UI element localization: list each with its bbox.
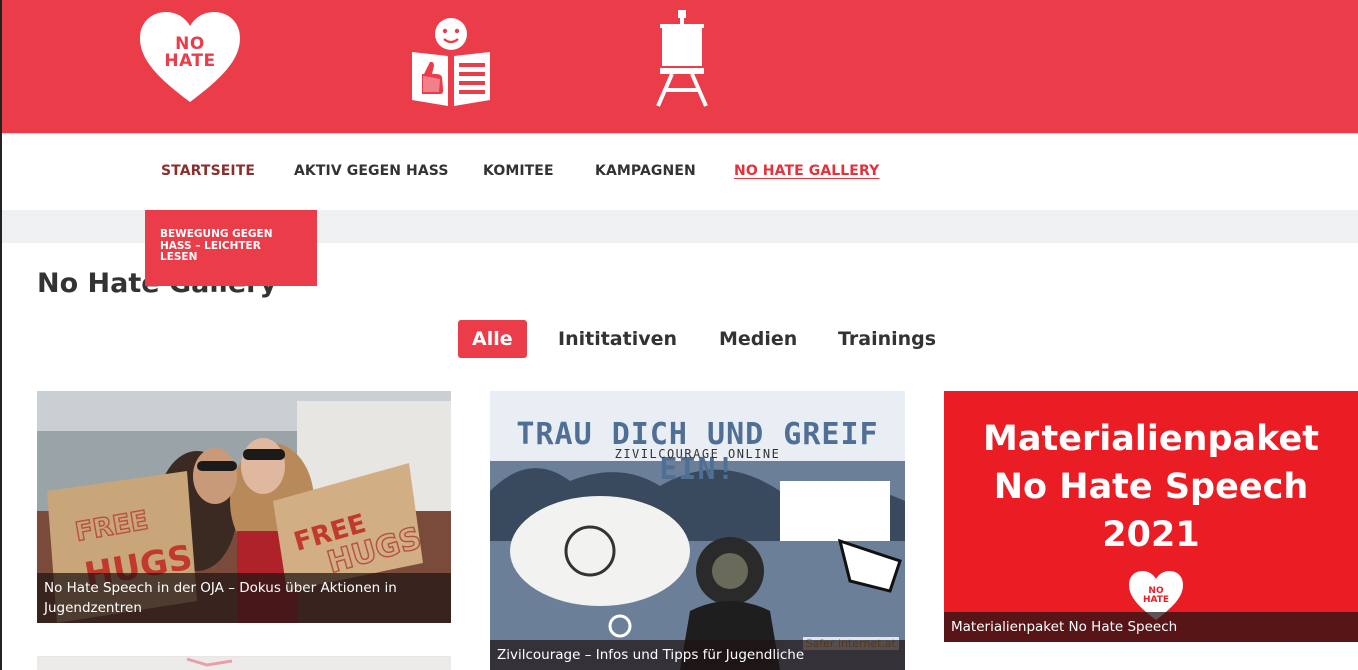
- heart-text: NO HATE: [1142, 586, 1170, 605]
- no-hate-logo[interactable]: NO HATE: [138, 12, 242, 104]
- site-header: NO HATE: [2, 0, 1358, 134]
- filter-inititativen[interactable]: Inititativen: [558, 320, 677, 358]
- nav-item-kampagnen[interactable]: KAMPAGNEN: [595, 163, 696, 179]
- startseite-submenu[interactable]: BEWEGUNG GEGEN HASS – LEICHTER LESEN: [145, 210, 317, 286]
- card-caption[interactable]: No Hate Speech in der OJA – Dokus über A…: [37, 573, 451, 623]
- gallery-card-partial[interactable]: [37, 656, 451, 670]
- nav-item-aktiv-gegen-hass[interactable]: AKTIV GEGEN HASS: [294, 163, 449, 179]
- nav-item-no-hate-gallery[interactable]: NO HATE GALLERY: [734, 163, 879, 179]
- logo-text: NO HATE: [164, 34, 216, 71]
- nav-item-komitee[interactable]: KOMITEE: [483, 163, 554, 179]
- card-caption[interactable]: Materialienpaket No Hate Speech: [944, 612, 1358, 642]
- browser-viewport: NO HATE STARTSEITE AKTIV GEGEN HASS KOMI…: [0, 0, 1358, 670]
- card-caption[interactable]: Zivilcourage – Infos und Tipps für Jugen…: [490, 640, 905, 670]
- gallery-card-materialienpaket[interactable]: Materialienpaket No Hate Speech 2021 NO …: [944, 391, 1358, 642]
- main-navigation: STARTSEITE AKTIV GEGEN HASS KOMITEE KAMP…: [2, 135, 1358, 210]
- filter-medien[interactable]: Medien: [719, 320, 797, 358]
- gallery-card-zivilcourage[interactable]: TRAU DICH UND GREIF EIN! ZIVILCOURAGE ON…: [490, 391, 905, 670]
- easel-icon[interactable]: [652, 10, 712, 110]
- easy-reading-icon[interactable]: [408, 16, 494, 108]
- filter-alle[interactable]: Alle: [458, 320, 527, 358]
- partial-image: [37, 657, 451, 670]
- filter-trainings[interactable]: Trainings: [838, 320, 936, 358]
- image-subtitle: ZIVILCOURAGE ONLINE: [614, 447, 781, 461]
- submenu-item-line[interactable]: BEWEGUNG GEGEN: [160, 228, 303, 241]
- nav-item-startseite[interactable]: STARTSEITE: [161, 163, 255, 179]
- materialienpaket-title: Materialienpaket No Hate Speech 2021: [983, 419, 1319, 555]
- gallery-card-oja[interactable]: FREE HUGS FREE HUGS No Hate Speech in de…: [37, 391, 451, 623]
- submenu-item-line[interactable]: LESEN: [160, 251, 303, 264]
